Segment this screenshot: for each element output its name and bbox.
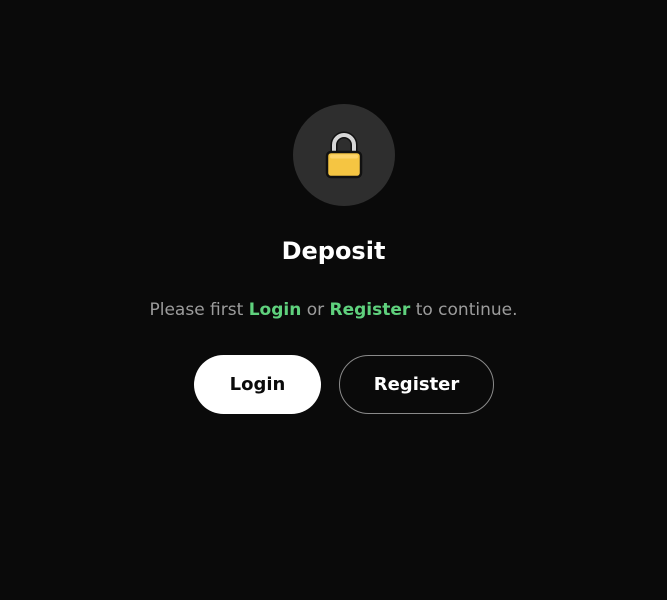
- login-prompt-message: Please first Login or Register to contin…: [0, 297, 667, 323]
- inline-register-link[interactable]: Register: [330, 300, 411, 320]
- message-prefix: Please first: [149, 300, 249, 320]
- deposit-auth-page: Deposit Please first Login or Register t…: [0, 0, 667, 600]
- inline-login-link[interactable]: Login: [249, 300, 302, 320]
- lock-badge: [293, 104, 395, 206]
- login-button[interactable]: Login: [194, 355, 321, 414]
- lock-icon: [325, 131, 363, 179]
- register-button[interactable]: Register: [339, 355, 494, 414]
- page-title: Deposit: [281, 237, 386, 265]
- message-suffix: to continue.: [410, 300, 518, 320]
- message-middle: or: [301, 300, 330, 320]
